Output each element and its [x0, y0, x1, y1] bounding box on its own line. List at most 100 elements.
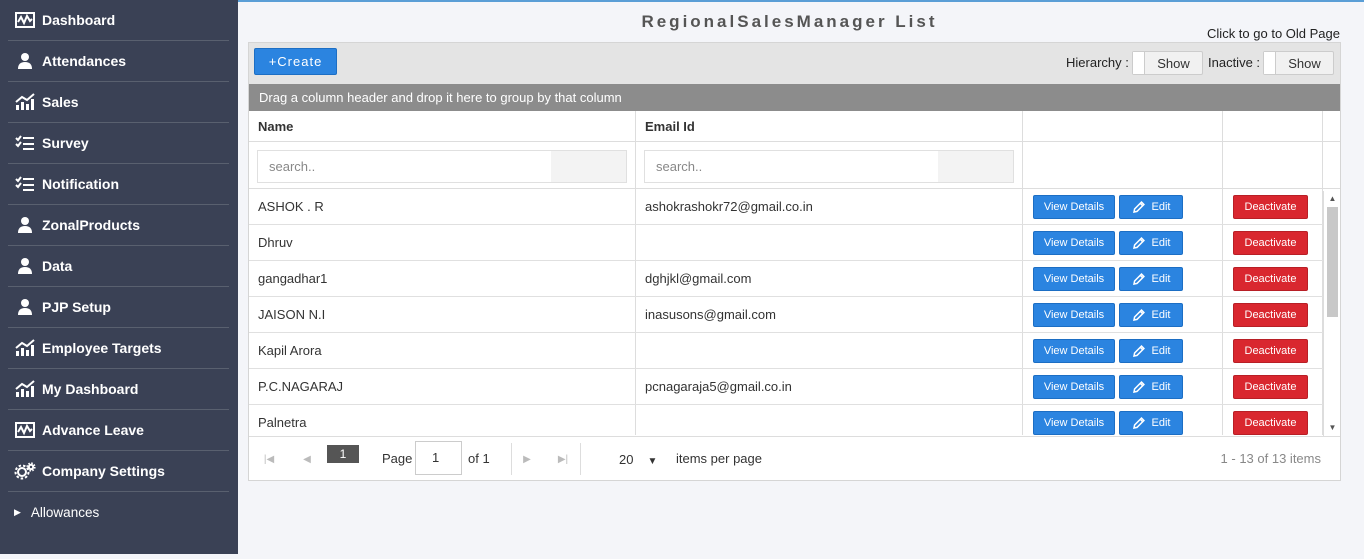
deactivate-cell: Deactivate: [1223, 189, 1323, 224]
table-row[interactable]: ASHOK . R ashokrashokr72@gmail.co.in View …: [249, 189, 1340, 225]
sidebar-item-survey[interactable]: Survey: [8, 123, 229, 164]
table-row[interactable]: P.C.NAGARAJ pcnagaraja5@gmail.co.in View D…: [249, 369, 1340, 405]
page-size-value: 20: [619, 452, 634, 467]
deactivate-button[interactable]: Deactivate: [1233, 375, 1308, 399]
view-details-button[interactable]: View Details: [1033, 411, 1115, 435]
chart-icon: [14, 339, 36, 357]
edit-button[interactable]: Edit: [1119, 303, 1183, 327]
table-row[interactable]: gangadhar1 dghjkl@gmail.com View Details Ed…: [249, 261, 1340, 297]
sidebar-item-sales[interactable]: Sales: [8, 82, 229, 123]
view-details-button[interactable]: View Details: [1033, 231, 1115, 255]
hierarchy-toggle-label: Show: [1157, 55, 1190, 71]
current-page-button[interactable]: 1: [327, 445, 359, 463]
sidebar-item-label: Sales: [42, 94, 79, 110]
view-details-button[interactable]: View Details: [1033, 339, 1115, 363]
items-per-page-label: items per page: [676, 451, 762, 466]
scroll-thumb[interactable]: [1327, 207, 1338, 317]
view-details-button[interactable]: View Details: [1033, 303, 1115, 327]
name-search-input[interactable]: search..: [257, 150, 627, 183]
deactivate-button[interactable]: Deactivate: [1233, 411, 1308, 435]
view-details-button[interactable]: View Details: [1033, 375, 1115, 399]
search-input-addon: [938, 151, 1013, 182]
actions-cell: View Details Edit: [1023, 261, 1223, 296]
pencil-icon: [1132, 201, 1145, 213]
toggle-knob: [1133, 52, 1145, 74]
email-cell: [636, 225, 1023, 260]
pager-divider: [511, 443, 512, 475]
old-page-link[interactable]: Click to go to Old Page: [1207, 26, 1340, 41]
chevron-down-icon: ▼: [647, 456, 658, 467]
prev-page-icon[interactable]: ◀: [293, 447, 321, 471]
user-icon: [14, 298, 36, 316]
page-size-select[interactable]: 20 ▼: [619, 452, 657, 467]
page-total-label: of 1: [468, 451, 490, 466]
column-header-name[interactable]: Name: [249, 111, 636, 141]
sidebar-item-notification[interactable]: Notification: [8, 164, 229, 205]
pencil-icon: [1132, 309, 1145, 321]
pencil-icon: [1132, 417, 1145, 429]
vertical-scrollbar[interactable]: ▲ ▼: [1323, 191, 1340, 436]
hierarchy-toggle[interactable]: Show: [1132, 51, 1203, 75]
name-filter-cell: search..: [249, 142, 636, 188]
column-header-email[interactable]: Email Id: [636, 111, 1023, 141]
first-page-icon[interactable]: |◀: [255, 447, 283, 471]
sidebar-item-pjp-setup[interactable]: PJP Setup: [8, 287, 229, 328]
pencil-icon: [1132, 345, 1145, 357]
view-details-button[interactable]: View Details: [1033, 267, 1115, 291]
edit-button[interactable]: Edit: [1119, 375, 1183, 399]
create-button[interactable]: +Create: [254, 48, 337, 75]
page-number-input[interactable]: 1: [415, 441, 462, 475]
row-email: dghjkl@gmail.com: [645, 271, 752, 286]
email-search-input[interactable]: search..: [644, 150, 1014, 183]
toggle-knob: [1264, 52, 1276, 74]
last-page-icon[interactable]: ▶|: [549, 447, 577, 471]
sidebar-item-company-settings[interactable]: Company Settings: [8, 451, 229, 492]
edit-button[interactable]: Edit: [1119, 267, 1183, 291]
edit-label: Edit: [1151, 381, 1171, 393]
view-details-button[interactable]: View Details: [1033, 195, 1115, 219]
sidebar-item-label: Survey: [42, 135, 89, 151]
email-cell: inasusons@gmail.com: [636, 297, 1023, 332]
sidebar-item-data[interactable]: Data: [8, 246, 229, 287]
edit-button[interactable]: Edit: [1119, 231, 1183, 255]
sidebar-item-attendances[interactable]: Attendances: [8, 41, 229, 82]
sidebar-item-label: Attendances: [42, 53, 127, 69]
scroll-down-icon[interactable]: ▼: [1324, 422, 1341, 434]
deactivate-button[interactable]: Deactivate: [1233, 267, 1308, 291]
edit-label: Edit: [1151, 309, 1171, 321]
sidebar-item-label: Data: [42, 258, 73, 274]
edit-button[interactable]: Edit: [1119, 339, 1183, 363]
sidebar-item-allowances[interactable]: ▶ Allowances: [8, 492, 229, 533]
group-drop-area[interactable]: Drag a column header and drop it here to…: [249, 84, 1340, 111]
table-row[interactable]: Dhruv View Details Edit Deactivate: [249, 225, 1340, 261]
sidebar-item-advance-leave[interactable]: Advance Leave: [8, 410, 229, 451]
sidebar-item-label: Company Settings: [42, 463, 165, 479]
deactivate-button[interactable]: Deactivate: [1233, 339, 1308, 363]
email-cell: [636, 333, 1023, 368]
deactivate-cell: Deactivate: [1223, 369, 1323, 404]
table-row[interactable]: Palnetra View Details Edit Deactivate: [249, 405, 1340, 435]
deactivate-button[interactable]: Deactivate: [1233, 303, 1308, 327]
deactivate-button[interactable]: Deactivate: [1233, 231, 1308, 255]
table-row[interactable]: Kapil Arora View Details Edit Deactivate: [249, 333, 1340, 369]
edit-button[interactable]: Edit: [1119, 195, 1183, 219]
edit-button[interactable]: Edit: [1119, 411, 1183, 435]
search-input-addon: [551, 151, 626, 182]
deactivate-button[interactable]: Deactivate: [1233, 195, 1308, 219]
empty-filter-cell: [1023, 142, 1223, 188]
column-header-actions: [1023, 111, 1223, 141]
sidebar-item-my-dashboard[interactable]: My Dashboard: [8, 369, 229, 410]
scroll-up-icon[interactable]: ▲: [1324, 193, 1341, 205]
inactive-toggle[interactable]: Show: [1263, 51, 1334, 75]
sidebar-item-employee-targets[interactable]: Employee Targets: [8, 328, 229, 369]
sidebar-item-zonalproducts[interactable]: ZonalProducts: [8, 205, 229, 246]
row-email: inasusons@gmail.com: [645, 307, 776, 322]
table-row[interactable]: JAISON N.I inasusons@gmail.com View Detail…: [249, 297, 1340, 333]
name-cell: Dhruv: [249, 225, 636, 260]
sidebar-item-dashboard[interactable]: Dashboard: [8, 0, 229, 41]
gears-icon: [14, 462, 36, 480]
column-header-deactivate: [1223, 111, 1323, 141]
inactive-toggle-label: Show: [1288, 55, 1321, 71]
next-page-icon[interactable]: ▶: [513, 447, 541, 471]
edit-label: Edit: [1151, 417, 1171, 429]
